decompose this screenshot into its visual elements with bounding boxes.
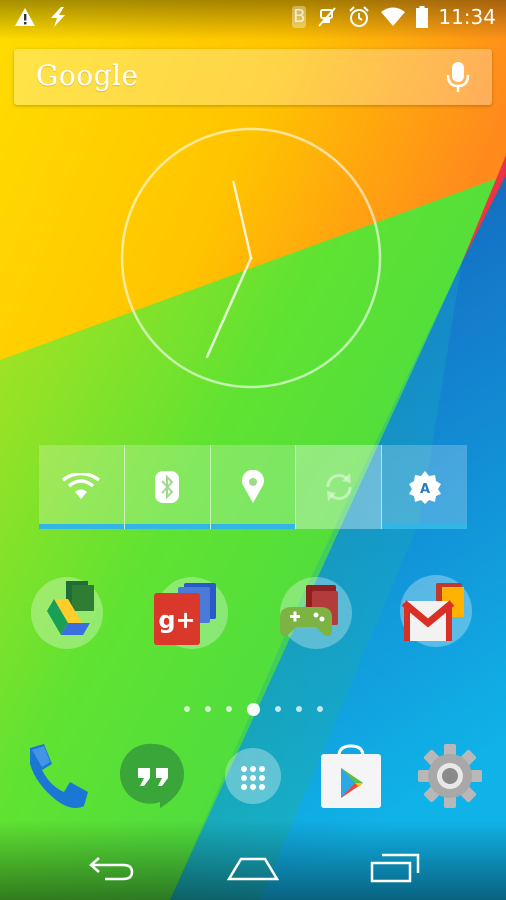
power-control-widget: A: [39, 445, 467, 529]
brightness-state-indicator: [382, 524, 467, 529]
gmail-folder[interactable]: [398, 573, 478, 653]
wifi-toggle[interactable]: [39, 445, 125, 529]
page-dot: [274, 706, 281, 712]
bluetooth-state-indicator: [124, 524, 210, 529]
google-plus-icon: g+: [154, 577, 228, 649]
page-indicator: [0, 700, 506, 718]
gmail-icon: [400, 575, 472, 647]
clock-hour-hand: [232, 180, 253, 260]
page-dot: [183, 706, 190, 712]
home-icon: [227, 857, 279, 881]
mic-icon[interactable]: [446, 61, 470, 93]
back-button[interactable]: [66, 846, 156, 890]
home-screen: B 11:34 Google A g+: [0, 0, 506, 900]
svg-text:A: A: [420, 482, 430, 497]
bluetooth-icon: [155, 471, 180, 503]
app-drawer-icon: [225, 748, 281, 804]
games-folder[interactable]: [274, 573, 354, 653]
phone-app[interactable]: [20, 740, 92, 812]
bluetooth-toggle[interactable]: [124, 445, 211, 529]
recents-icon: [370, 853, 420, 883]
location-state-indicator: [210, 524, 296, 529]
play-games-icon: [280, 577, 352, 649]
page-dot-active: [246, 702, 260, 716]
battery-icon: [416, 6, 429, 28]
page-dot: [295, 706, 302, 712]
drive-folder[interactable]: [28, 573, 108, 653]
svg-text:g+: g+: [158, 606, 195, 634]
bluetooth-glyph: B: [293, 6, 306, 27]
hangouts-icon: [119, 743, 184, 808]
wifi-icon: [381, 7, 406, 26]
page-dot: [204, 706, 211, 712]
clock-minute-hand: [205, 256, 253, 358]
app-drawer-button[interactable]: [217, 740, 289, 812]
google-search-bar[interactable]: Google: [14, 49, 492, 105]
page-dot: [225, 706, 232, 712]
wifi-icon: [62, 473, 101, 499]
wifi-state-indicator: [39, 524, 124, 529]
brightness-auto-icon: A: [408, 471, 441, 504]
hangouts-app[interactable]: [118, 740, 190, 812]
home-button[interactable]: [208, 846, 298, 890]
status-notifications: [14, 6, 70, 28]
mute-icon: [318, 7, 337, 27]
sync-state-indicator: [296, 524, 381, 529]
google-plus-folder[interactable]: g+: [150, 573, 230, 653]
analog-clock-widget[interactable]: [120, 127, 382, 389]
google-drive-icon: [31, 577, 103, 649]
location-pin-icon: [242, 470, 264, 503]
google-logo[interactable]: Google: [36, 59, 139, 92]
bluetooth-icon: B: [292, 6, 307, 28]
warning-icon: [15, 8, 35, 26]
play-store-icon: [321, 744, 381, 808]
back-icon: [89, 857, 134, 881]
sync-toggle[interactable]: [296, 445, 383, 529]
brightness-toggle[interactable]: A: [382, 445, 467, 529]
status-bar: B 11:34: [0, 0, 506, 36]
status-clock: 11:34: [438, 5, 496, 29]
phone-icon: [30, 744, 88, 808]
settings-gear-icon: [418, 744, 482, 808]
recents-button[interactable]: [350, 846, 440, 890]
location-toggle[interactable]: [210, 445, 297, 529]
page-dot: [316, 706, 323, 712]
alarm-icon: [349, 6, 370, 27]
play-store-app[interactable]: [315, 740, 387, 812]
status-system-icons: B 11:34: [292, 4, 496, 30]
settings-app[interactable]: [414, 740, 486, 812]
flash-icon: [51, 7, 65, 27]
sync-icon: [326, 473, 352, 501]
navigation-bar: [0, 836, 506, 900]
